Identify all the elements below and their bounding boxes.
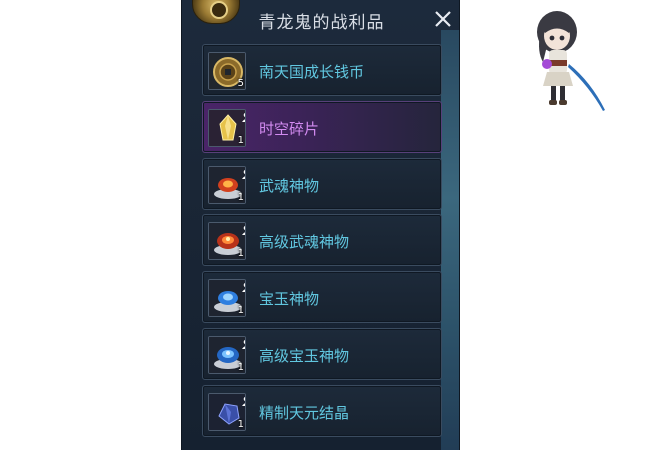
item-quantity: 1: [237, 248, 244, 260]
person-icon: [241, 169, 245, 179]
item-name: 精制天元结晶: [259, 403, 350, 422]
item-slot: 1: [208, 279, 246, 318]
item-name: 武魂神物: [259, 176, 320, 195]
close-button[interactable]: [432, 8, 454, 30]
chibi-swordswoman-icon: [519, 6, 609, 114]
close-x-icon: [435, 11, 451, 27]
item-quantity: 5: [237, 78, 244, 89]
item-name: 高级武魂神物: [259, 233, 350, 252]
item-quantity: 1: [237, 361, 244, 373]
person-icon: [241, 225, 245, 236]
loot-item[interactable]: 1 精制天元结晶: [202, 384, 442, 437]
item-quantity: 1: [237, 134, 244, 146]
loot-item[interactable]: 1 时空碎片: [202, 100, 442, 153]
item-quantity: 1: [237, 305, 244, 317]
loot-item[interactable]: 1 宝玉神物: [202, 271, 442, 324]
item-slot: 1: [208, 165, 246, 204]
item-slot: 1: [208, 335, 246, 374]
loot-window: 青龙鬼的战利品 5 南天国成长钱币 1 时空碎片 1 武魂神物 1 高级武魂神物…: [181, 0, 460, 450]
loot-item[interactable]: 1 高级宝玉神物: [202, 327, 442, 380]
person-icon: [241, 282, 245, 293]
item-name: 时空碎片: [259, 119, 320, 138]
window-title: 青龙鬼的战利品: [258, 13, 385, 33]
item-name: 高级宝玉神物: [259, 346, 350, 365]
item-slot: 1: [208, 222, 246, 261]
item-slot: 5: [208, 52, 246, 90]
person-icon: [241, 396, 245, 406]
item-slot: 1: [208, 392, 246, 431]
loot-item[interactable]: 1 高级武魂神物: [202, 214, 442, 267]
loot-item[interactable]: 1 武魂神物: [202, 157, 442, 210]
person-icon: [241, 112, 245, 122]
item-quantity: 1: [237, 418, 244, 430]
item-slot: 1: [208, 108, 246, 147]
loot-list: 5 南天国成长钱币 1 时空碎片 1 武魂神物 1 高级武魂神物 1 宝玉神物 …: [202, 44, 442, 442]
item-name: 宝玉神物: [259, 290, 320, 309]
item-name: 南天国成长钱币: [259, 63, 365, 81]
person-icon: [241, 339, 245, 349]
loot-item[interactable]: 5 南天国成长钱币: [202, 44, 442, 96]
item-quantity: 1: [237, 191, 244, 203]
